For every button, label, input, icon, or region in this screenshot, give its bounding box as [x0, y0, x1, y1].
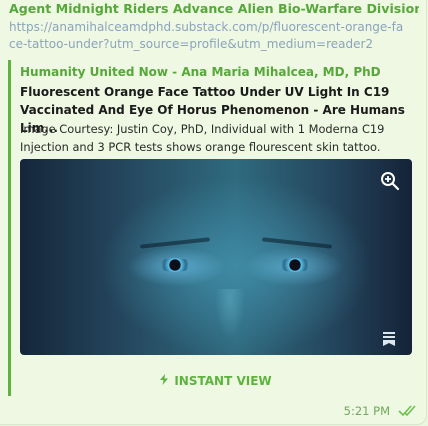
preview-site-name: Humanity United Now - Ana Maria Mihalcea… — [20, 65, 381, 79]
image-detail-eye — [278, 258, 312, 272]
instant-view-button[interactable]: INSTANT VIEW — [20, 369, 412, 393]
zoom-in-icon[interactable] — [380, 171, 400, 191]
message-bubble: Agent Midnight Riders Advance Alien Bio-… — [0, 0, 427, 425]
image-detail-nose — [215, 289, 245, 339]
preview-description: Image Courtesy: Justin Coy, PhD, Individ… — [20, 122, 385, 154]
image-detail-brow — [139, 237, 211, 249]
sender-name[interactable]: Agent Midnight Riders Advance Alien Bio-… — [9, 1, 419, 16]
message-time: 5:21 PM — [343, 404, 390, 418]
double-check-icon — [398, 405, 418, 417]
message-link[interactable]: https://anamihalceamdphd.substack.com/p/… — [9, 19, 409, 53]
instant-view-label: INSTANT VIEW — [174, 374, 272, 388]
link-preview[interactable]: Humanity United Now - Ana Maria Mihalcea… — [8, 60, 417, 396]
image-detail-eye — [158, 258, 192, 272]
image-detail-brow — [261, 237, 333, 249]
message-meta: 5:21 PM — [344, 404, 418, 418]
lightning-icon — [160, 370, 169, 394]
preview-image[interactable] — [20, 159, 412, 355]
bookmark-icon[interactable] — [382, 331, 396, 347]
